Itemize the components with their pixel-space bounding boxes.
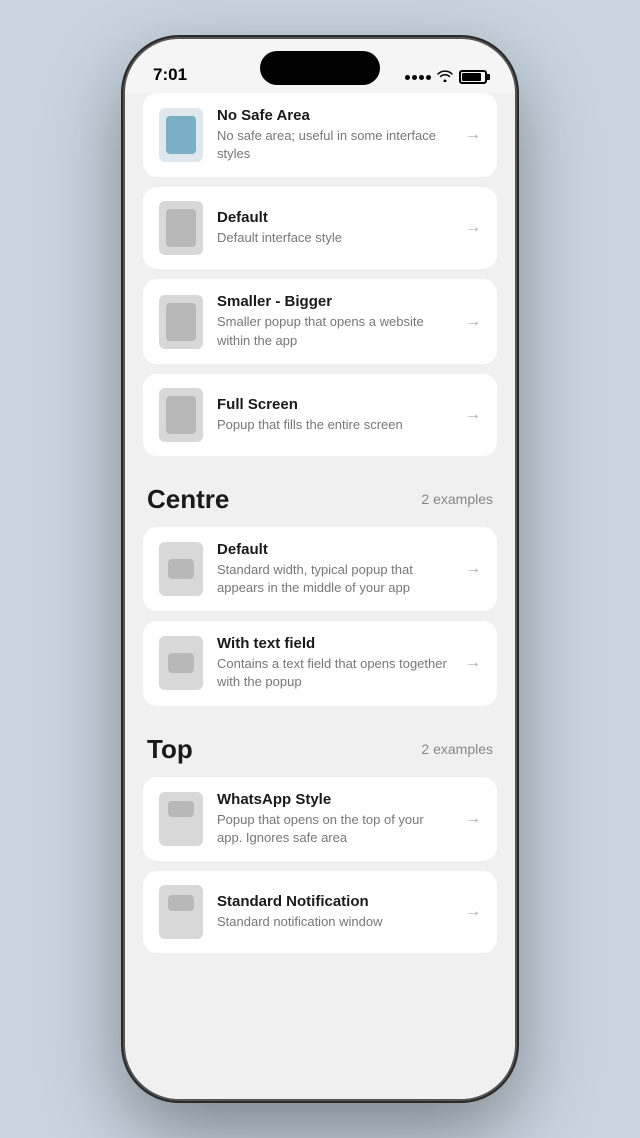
chevron-right-icon: → — [465, 560, 481, 578]
list-item[interactable]: Full Screen Popup that fills the entire … — [143, 374, 497, 456]
card-title: Default — [217, 541, 451, 558]
card-desc: Default interface style — [217, 229, 451, 247]
card-desc: Standard notification window — [217, 913, 451, 931]
card-title: Full Screen — [217, 396, 451, 413]
list-item[interactable]: With text field Contains a text field th… — [143, 621, 497, 705]
chevron-right-icon: → — [465, 903, 481, 921]
card-text: With text field Contains a text field th… — [217, 635, 451, 691]
section-count: 2 examples — [421, 741, 493, 757]
card-icon — [159, 295, 203, 349]
top-section: Top 2 examples WhatsApp Style Popup that… — [143, 734, 497, 953]
card-text: Full Screen Popup that fills the entire … — [217, 396, 451, 434]
section-header: Centre 2 examples — [147, 484, 493, 515]
card-text: Standard Notification Standard notificat… — [217, 893, 451, 931]
card-desc: No safe area; useful in some interface s… — [217, 127, 451, 163]
phone-frame: 7:01 — [125, 39, 515, 1099]
wifi-icon — [437, 69, 453, 85]
card-icon — [159, 636, 203, 690]
card-title: Standard Notification — [217, 893, 451, 910]
dynamic-island — [260, 51, 380, 85]
card-desc: Standard width, typical popup that appea… — [217, 561, 451, 597]
card-text: Default Default interface style — [217, 209, 451, 247]
battery-icon — [459, 70, 487, 84]
chevron-right-icon: → — [465, 313, 481, 331]
chevron-right-icon: → — [465, 126, 481, 144]
list-item[interactable]: Standard Notification Standard notificat… — [143, 871, 497, 953]
card-icon — [159, 388, 203, 442]
section-header: Top 2 examples — [147, 734, 493, 765]
card-icon — [159, 542, 203, 596]
card-desc: Popup that fills the entire screen — [217, 416, 451, 434]
list-item[interactable]: No Safe Area No safe area; useful in som… — [143, 93, 497, 177]
card-text: No Safe Area No safe area; useful in som… — [217, 107, 451, 163]
card-desc: Contains a text field that opens togethe… — [217, 655, 451, 691]
card-title: WhatsApp Style — [217, 791, 451, 808]
phone-screen: 7:01 — [125, 39, 515, 1099]
chevron-right-icon: → — [465, 406, 481, 424]
section-title: Centre — [147, 484, 229, 515]
signal-icon — [405, 75, 431, 80]
card-icon — [159, 108, 203, 162]
status-icons — [405, 69, 487, 85]
section-count: 2 examples — [421, 491, 493, 507]
section-title: Top — [147, 734, 193, 765]
card-text: WhatsApp Style Popup that opens on the t… — [217, 791, 451, 847]
card-desc: Smaller popup that opens a website withi… — [217, 313, 451, 349]
chevron-right-icon: → — [465, 219, 481, 237]
partial-section: No Safe Area No safe area; useful in som… — [143, 93, 497, 456]
chevron-right-icon: → — [465, 810, 481, 828]
card-icon — [159, 885, 203, 939]
card-text: Default Standard width, typical popup th… — [217, 541, 451, 597]
card-title: Smaller - Bigger — [217, 293, 451, 310]
chevron-right-icon: → — [465, 654, 481, 672]
status-bar: 7:01 — [125, 39, 515, 93]
card-text: Smaller - Bigger Smaller popup that open… — [217, 293, 451, 349]
list-item[interactable]: Default Standard width, typical popup th… — [143, 527, 497, 611]
list-item[interactable]: Default Default interface style → — [143, 187, 497, 269]
list-item[interactable]: Smaller - Bigger Smaller popup that open… — [143, 279, 497, 363]
card-title: With text field — [217, 635, 451, 652]
status-time: 7:01 — [153, 65, 187, 85]
card-title: No Safe Area — [217, 107, 451, 124]
card-icon — [159, 792, 203, 846]
card-title: Default — [217, 209, 451, 226]
list-item[interactable]: WhatsApp Style Popup that opens on the t… — [143, 777, 497, 861]
centre-section: Centre 2 examples Default Standard width… — [143, 484, 497, 706]
scroll-content[interactable]: No Safe Area No safe area; useful in som… — [125, 93, 515, 1099]
card-desc: Popup that opens on the top of your app.… — [217, 811, 451, 847]
card-icon — [159, 201, 203, 255]
